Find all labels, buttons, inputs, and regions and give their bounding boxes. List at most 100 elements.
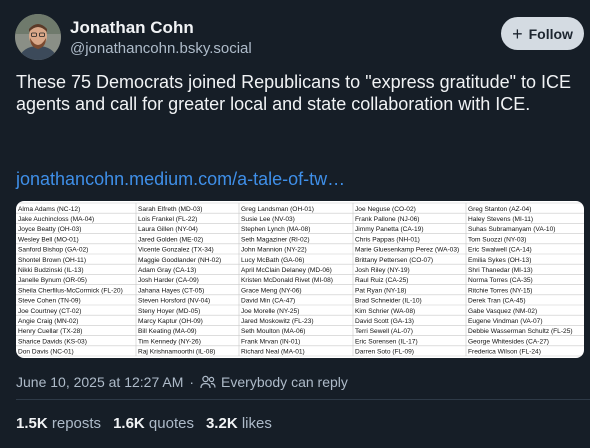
table-cell: Eric Swalwell (CA-14): [468, 247, 532, 254]
table-cell: Sarah Elfreth (MD-03): [138, 206, 203, 213]
table-cell: Eric Sorensen (IL-17): [355, 338, 418, 345]
table-cell: Suhas Subramanyam (VA-10): [468, 226, 555, 233]
table-cell: Lucy McBath (GA-06): [241, 257, 304, 264]
table-cell: Vicente Gonzalez (TX-34): [138, 247, 214, 254]
table-cell: Haley Stevens (MI-11): [468, 216, 533, 223]
table-cell: Greg Stanton (AZ-04): [468, 206, 531, 213]
table-cell: Seth Moulton (MA-06): [241, 328, 306, 335]
reposts-stat[interactable]: 1.5K reposts: [16, 415, 101, 432]
table-cell: Kristen McDonald Rivet (MI-08): [241, 277, 333, 284]
table-cell: Jared Golden (ME-02): [138, 236, 203, 243]
table-cell: George Whitesides (CA-27): [468, 338, 549, 345]
table-cell: Chris Pappas (NH-01): [355, 236, 420, 243]
avatar[interactable]: [15, 14, 61, 60]
table-cell: Joe Morelle (NY-25): [241, 308, 299, 315]
table-cell: Richard Neal (MA-01): [241, 349, 305, 356]
table-cell: Don Davis (NC-01): [18, 349, 74, 356]
table-cell: Derek Tran (CA-45): [468, 298, 526, 305]
embedded-image[interactable]: Alma Adams (NC-12) Jake Auchincloss (MA-0…: [16, 201, 584, 358]
table-cell: Greg Landsman (OH-01): [241, 206, 314, 213]
table-cell: Tim Kennedy (NY-26): [138, 338, 201, 345]
reposts-label: reposts: [51, 415, 102, 432]
table-cell: Brad Schneider (IL-10): [355, 298, 422, 305]
people-icon: [200, 375, 216, 389]
likes-count: 3.2K: [205, 415, 238, 432]
likes-stat[interactable]: 3.2K likes: [206, 415, 272, 432]
table-cell: Gabe Vasquez (NM-02): [468, 308, 537, 315]
table-cell: David Scott (GA-13): [355, 318, 414, 325]
table-cell: Kim Schrier (WA-08): [355, 308, 415, 315]
author-handle[interactable]: @jonathancohn.bsky.social: [70, 40, 252, 57]
table-cell: Adam Gray (CA-13): [138, 267, 196, 274]
names-table: Alma Adams (NC-12) Jake Auchincloss (MA-0…: [16, 202, 584, 357]
table-cell: Joe Neguse (CO-02): [355, 206, 416, 213]
table-cell: David Min (CA-47): [241, 298, 295, 305]
post-meta: June 10, 2025 at 12:27 AM · Everybody ca…: [16, 374, 348, 390]
table-cell: Henry Cuellar (TX-28): [18, 328, 83, 335]
table-cell: Sheila Cherfilus-McCormick (FL-20): [18, 287, 123, 294]
table-cell: Sharice Davids (KS-03): [18, 338, 87, 345]
table-cell: Frank Mrvan (IN-01): [241, 338, 300, 345]
table-cell: Stephen Lynch (MA-08): [241, 226, 310, 233]
table-cell: April McClain Delaney (MD-06): [241, 267, 332, 274]
table-cell: Brittany Pettersen (CO-07): [355, 257, 433, 264]
table-cell: Terri Sewell (AL-07): [355, 328, 413, 335]
post-stats: 1.5K reposts 1.6K quotes 3.2K likes: [16, 415, 272, 432]
table-cell: Raj Krishnamoorthi (IL-08): [138, 349, 215, 356]
table-cell: Bill Keating (MA-09): [138, 328, 197, 335]
table-cell: Jake Auchincloss (MA-04): [18, 216, 94, 223]
table-cell: Nikki Budzinski (IL-13): [18, 267, 84, 274]
table-cell: Angie Craig (MN-02): [18, 318, 78, 325]
table-cell: Josh Riley (NY-19): [355, 267, 410, 274]
table-cell: Marcy Kaptur (OH-09): [138, 318, 203, 325]
table-cell: Grace Meng (NY-06): [241, 287, 302, 294]
table-cell: Sanford Bishop (GA-02): [18, 247, 88, 254]
table-cell: Pat Ryan (NY-18): [355, 287, 406, 294]
table-cell: Janelle Bynum (OR-05): [18, 277, 87, 284]
divider: [16, 399, 590, 400]
table-cell: Ritchie Torres (NY-15): [468, 287, 533, 294]
table-cell: Emilia Sykes (OH-13): [468, 257, 531, 264]
author-name[interactable]: Jonathan Cohn: [70, 18, 194, 38]
post-link[interactable]: jonathancohn.medium.com/a-tale-of-tw…: [16, 169, 345, 190]
table-cell: Laura Gillen (NY-04): [138, 226, 198, 233]
table-cell: Eugene Vindman (VA-07): [468, 318, 543, 325]
table-cell: Steven Horsford (NV-04): [138, 298, 210, 305]
plus-icon: +: [512, 23, 523, 44]
table-cell: Josh Harder (CA-09): [138, 277, 199, 284]
table-cell: Lois Frankel (FL-22): [138, 216, 197, 223]
table-cell: Frederica Wilson (FL-24): [468, 349, 541, 356]
table-cell: Debbie Wasserman Schultz (FL-25): [468, 328, 573, 335]
table-cell: Darren Soto (FL-09): [355, 349, 414, 356]
table-cell: Joe Courtney (CT-02): [18, 308, 81, 315]
meta-separator: ·: [189, 374, 195, 390]
reposts-count: 1.5K: [16, 415, 48, 432]
table-cell: Seth Magaziner (RI-02): [241, 236, 310, 243]
avatar-photo: [15, 14, 61, 60]
table-cell: Maggie Goodlander (NH-02): [138, 257, 221, 264]
table-cell: Raul Ruiz (CA-25): [355, 277, 409, 284]
table-cell: Shontel Brown (OH-11): [18, 257, 86, 264]
follow-button[interactable]: + Follow: [501, 17, 584, 50]
quotes-count: 1.6K: [113, 415, 145, 432]
post-timestamp[interactable]: June 10, 2025 at 12:27 AM: [16, 374, 183, 390]
table-cell: Frank Pallone (NJ-06): [355, 216, 420, 223]
quotes-label: quotes: [148, 415, 194, 432]
table-cell: Jared Moskowitz (FL-23): [241, 318, 314, 325]
table-cell: Wesley Bell (MO-01): [18, 236, 79, 243]
table-cell: Steve Cohen (TN-09): [18, 298, 81, 305]
table-cell: Susie Lee (NV-03): [241, 216, 295, 223]
table-cell: Jahana Hayes (CT-05): [138, 287, 204, 294]
quotes-stat[interactable]: 1.6K quotes: [113, 415, 194, 432]
follow-button-label: Follow: [528, 25, 573, 42]
table-cell: Steny Hoyer (MD-05): [138, 308, 200, 315]
table-cell: Joyce Beatty (OH-03): [18, 226, 81, 233]
table-cell: Marie Gluesenkamp Perez (WA-03): [355, 247, 459, 254]
table-cell: John Mannion (NY-22): [241, 247, 307, 254]
table-cell: Norma Torres (CA-35): [468, 277, 533, 284]
table-cell: Tom Suozzi (NY-03): [468, 236, 526, 243]
reply-audience: Everybody can reply: [221, 374, 348, 390]
likes-label: likes: [241, 415, 272, 432]
table-cell: Shri Thanedar (MI-13): [468, 267, 533, 274]
table-cell: Jimmy Panetta (CA-19): [355, 226, 424, 233]
